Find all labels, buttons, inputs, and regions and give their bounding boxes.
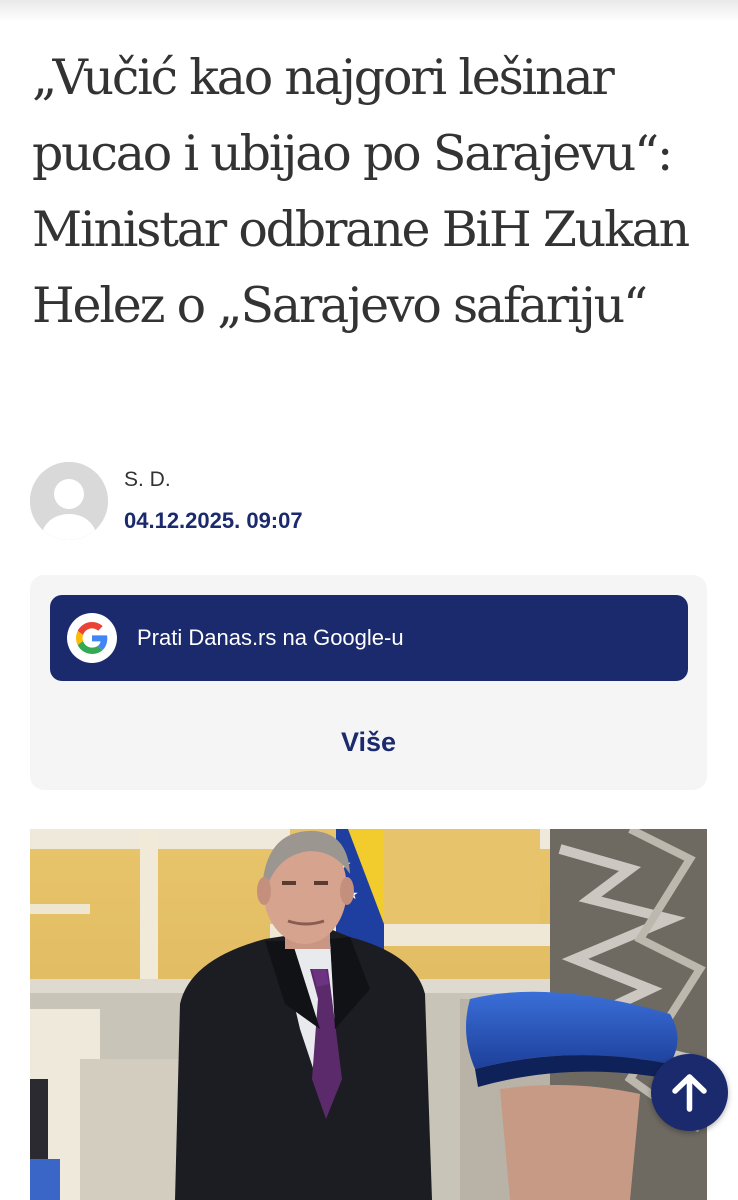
follow-card: Prati Danas.rs na Google-u Više bbox=[30, 575, 707, 790]
top-bar-shadow bbox=[0, 0, 738, 22]
follow-google-button[interactable]: Prati Danas.rs na Google-u bbox=[50, 595, 688, 681]
arrow-up-icon bbox=[672, 1074, 707, 1112]
scroll-to-top-button[interactable] bbox=[651, 1054, 728, 1131]
publish-date: 04.12.2025. 09:07 bbox=[124, 508, 303, 533]
more-button[interactable]: Više bbox=[30, 727, 707, 758]
user-placeholder-icon bbox=[30, 462, 108, 540]
article-photo: ★ ★ bbox=[30, 829, 707, 1200]
follow-google-label: Prati Danas.rs na Google-u bbox=[137, 625, 404, 650]
google-g-icon bbox=[67, 613, 117, 663]
author-name[interactable]: S. D. bbox=[124, 468, 171, 492]
article-headline: „Vučić kao najgori lešinar pucao i ubija… bbox=[32, 49, 690, 334]
author-avatar bbox=[30, 462, 108, 540]
